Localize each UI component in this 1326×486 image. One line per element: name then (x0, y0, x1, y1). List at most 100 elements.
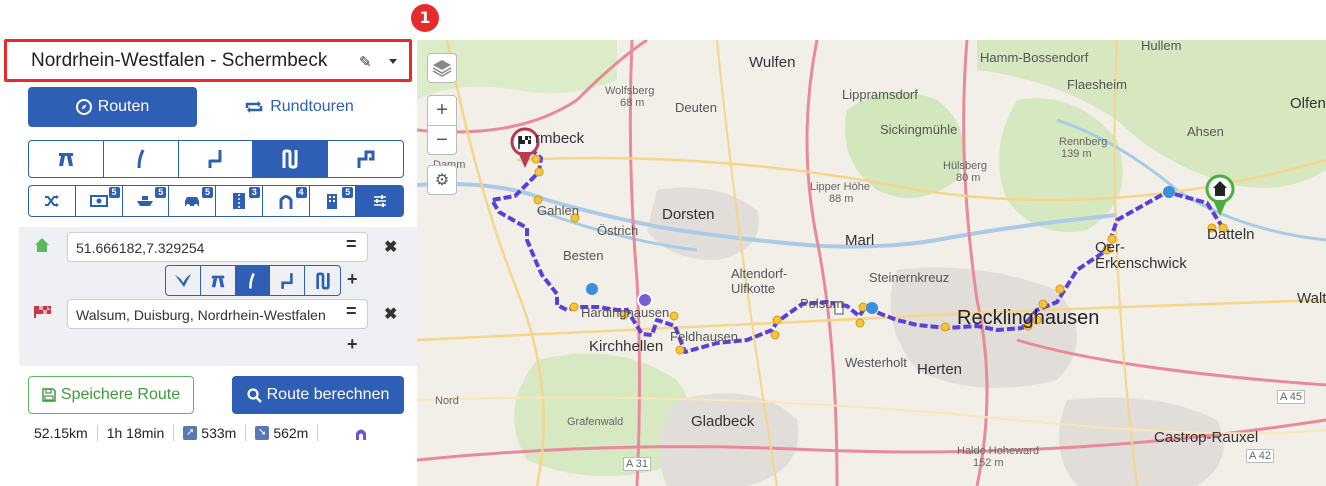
tab-rundtouren-label: Rundtouren (270, 98, 354, 115)
distance-stat: 52.15km (34, 425, 98, 441)
building-icon (327, 194, 338, 209)
shuffle-button[interactable] (29, 186, 76, 216)
duration-value: 1h 18min (106, 425, 165, 441)
very-curvy-road-icon (315, 272, 330, 289)
map-label: A 45 (1277, 390, 1306, 404)
save-route-label: Speichere Route (60, 386, 181, 403)
map-label: Gahlen (537, 203, 579, 218)
add-waypoint-icon[interactable]: + (347, 269, 358, 290)
calculate-route-button[interactable]: Route berechnen (232, 376, 404, 414)
save-route-button[interactable]: Speichere Route (28, 376, 194, 414)
curvy-road-button[interactable] (179, 141, 254, 177)
layers-icon (432, 60, 452, 77)
map-label: A 42 (1246, 449, 1275, 463)
tunnel-icon (356, 429, 367, 440)
calculate-route-label: Route berechnen (266, 386, 390, 403)
tunnel-stat[interactable] (318, 426, 377, 440)
map-label: 68 m (620, 97, 645, 109)
straight-road-button[interactable] (104, 141, 179, 177)
tunnel-icon (279, 195, 293, 209)
motorway-button[interactable] (29, 141, 104, 177)
drag-handle-icon[interactable]: = (346, 234, 357, 255)
duration-stat: 1h 18min (98, 425, 175, 441)
remove-start-icon[interactable]: ✖ (384, 237, 397, 257)
map-label: Besten (563, 248, 604, 263)
very-curvy-road-button[interactable] (253, 141, 329, 177)
unpaved-button[interactable]: 3 (216, 186, 263, 216)
unpaved-road-icon (232, 193, 245, 209)
loop-arrows-icon (245, 101, 263, 113)
map-label: Östrich (597, 223, 639, 238)
unpaved-badge: 3 (248, 187, 260, 198)
zoom-in-button[interactable]: + (428, 96, 456, 126)
map-label: Lipper Höhe (810, 181, 870, 193)
map-label: Sickingmühle (880, 122, 958, 137)
add-waypoint-icon[interactable]: + (347, 334, 358, 355)
curvy-road-icon (281, 272, 293, 289)
ferry-icon (137, 196, 154, 206)
map-label: A 31 (623, 457, 652, 471)
descent-icon: ➘ (255, 426, 270, 440)
drag-handle-icon[interactable]: = (346, 301, 357, 322)
finish-flag-icon (34, 306, 51, 318)
map-label: Polsum (800, 296, 844, 311)
floppy-disk-icon (42, 388, 56, 402)
route-title-dropdown[interactable]: Nordrhein-Westfalen - Schermbeck ✎ (4, 39, 412, 82)
map-label: Datteln (1207, 226, 1255, 243)
compass-icon (75, 99, 92, 115)
segment-very-curvy-button[interactable] (305, 266, 340, 295)
destination-waypoint-input[interactable]: Walsum, Duisburg, Nordrhein-Westfalen (67, 299, 368, 329)
money-icon (89, 195, 108, 207)
tab-rundtouren[interactable]: Rundtouren (214, 87, 384, 127)
map-label: rmbeck (535, 130, 585, 147)
map-label: Herten (917, 361, 963, 378)
tunnel-button[interactable]: 4 (263, 186, 310, 216)
city-button[interactable]: 5 (310, 186, 357, 216)
map-view[interactable]: Hullem Wulfen Hamm-Bossendorf Flaesheim … (417, 40, 1326, 486)
map-label: Olfen (1290, 95, 1326, 112)
ferry-button[interactable]: 5 (123, 186, 170, 216)
map-label: 152 m (973, 457, 1004, 469)
tab-routen[interactable]: Routen (28, 87, 197, 127)
settings-sliders-button[interactable] (356, 186, 403, 216)
road-type-group (28, 140, 404, 178)
route-panel: Nordrhein-Westfalen - Schermbeck ✎ Route… (0, 0, 417, 486)
map-label: Hülsberg (943, 160, 988, 172)
zoom-out-button[interactable]: − (428, 126, 456, 155)
search-icon (247, 387, 262, 403)
car-button[interactable]: 5 (169, 186, 216, 216)
car-badge: 5 (202, 187, 213, 198)
ascent-value: 533m (201, 425, 237, 441)
map-label: Oer-Erkenschwick (1095, 239, 1187, 272)
descent-stat: ➘ 562m (246, 425, 319, 441)
map-label: Grafenwald (567, 416, 624, 428)
map-label: Recklinghausen (957, 307, 1100, 329)
swallow-icon (174, 273, 191, 287)
extreme-curvy-road-button[interactable] (328, 141, 403, 177)
map-label: 88 m (829, 193, 854, 205)
descent-value: 562m (273, 425, 309, 441)
layers-button[interactable] (427, 53, 457, 83)
pencil-icon[interactable]: ✎ (359, 53, 372, 71)
segment-fast-button[interactable] (166, 266, 201, 295)
city-badge: 5 (342, 187, 354, 198)
chevron-down-icon[interactable] (389, 59, 397, 64)
zoom-control: + − (427, 95, 457, 155)
map-label: Altendorf-Ulfkotte (731, 266, 788, 296)
shuffle-icon (44, 195, 59, 207)
map-label: Kirchhellen (589, 338, 664, 355)
curvy-road-icon (208, 150, 222, 168)
map-settings-button[interactable]: ⚙ (427, 165, 457, 195)
map-label: Castrop-Rauxel (1154, 429, 1259, 446)
segment-curvy-button[interactable] (270, 266, 306, 295)
map-label: 139 m (1061, 148, 1092, 160)
segment-motorway-button[interactable] (201, 266, 236, 295)
step-number-badge: 1 (411, 4, 439, 32)
start-waypoint-input[interactable]: 51.666182,7.329254 (67, 232, 368, 262)
toll-button[interactable]: 5 (76, 186, 123, 216)
map-label: Lippramsdorf (842, 87, 918, 102)
segment-straight-button[interactable] (235, 266, 271, 295)
remove-destination-icon[interactable]: ✖ (384, 304, 397, 324)
straight-road-icon (249, 272, 256, 289)
map-label: Flaesheim (1067, 77, 1127, 92)
